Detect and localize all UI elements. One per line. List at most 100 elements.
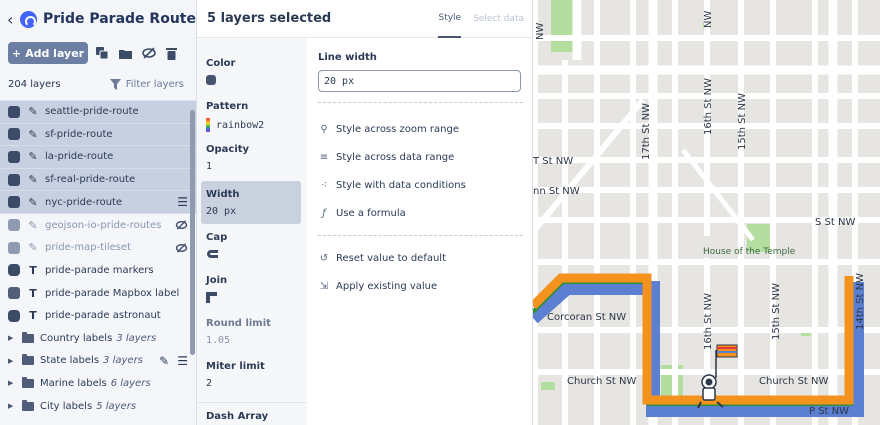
- reset-icon: ↺: [319, 252, 329, 264]
- drag-handle-icon[interactable]: ☰: [177, 354, 188, 368]
- filter-label: Filter layers: [125, 78, 184, 90]
- divider: [318, 102, 523, 103]
- filter-layers-button[interactable]: Filter layers: [109, 78, 184, 90]
- layer-name: sf-real-pride-route: [45, 174, 136, 186]
- street-label: 17th St NW: [641, 103, 652, 160]
- group-count: 3 layers: [103, 355, 143, 367]
- layer-count: 204 layers: [8, 78, 61, 90]
- hide-icon[interactable]: [140, 45, 157, 62]
- property-value: 1.05: [206, 335, 231, 346]
- hidden-eye-icon[interactable]: [175, 220, 188, 230]
- layer-row-pride-map-tileset[interactable]: ✎ pride-map-tileset: [0, 237, 196, 260]
- layer-name: la-pride-route: [45, 151, 114, 163]
- pencil-icon: ✎: [28, 173, 38, 187]
- pencil-icon: ✎: [28, 195, 38, 209]
- caret-right-icon[interactable]: ▶: [8, 357, 18, 365]
- layer-row-nyc-pride-route[interactable]: ✎ nyc-pride-route ☰: [0, 191, 196, 214]
- line-layer-icon: [8, 150, 20, 163]
- color-swatch: [206, 75, 216, 85]
- property-join[interactable]: Join: [197, 267, 307, 310]
- layer-row-seattle-pride-route[interactable]: ✎ seattle-pride-route: [0, 101, 196, 124]
- street-label: 15th St NW: [737, 93, 748, 150]
- property-detail: Line width 20 px ⚲ Style across zoom ran…: [318, 38, 523, 300]
- folder-icon[interactable]: [117, 45, 134, 62]
- symbol-layer-icon: [8, 309, 20, 322]
- layer-name: pride-parade Mapbox label: [45, 287, 180, 299]
- layer-row-geojson-io-pride-routes[interactable]: ✎ geojson-io-pride-routes: [0, 214, 196, 237]
- duplicate-icon[interactable]: [94, 45, 111, 62]
- option-label: Use a formula: [336, 207, 406, 219]
- rainbow-pattern-icon: [206, 118, 210, 132]
- line-width-input[interactable]: 20 px: [318, 70, 521, 92]
- tab-style[interactable]: Style: [438, 0, 462, 38]
- caret-right-icon[interactable]: ▶: [8, 379, 18, 387]
- filter-icon: [109, 78, 121, 90]
- group-row-state-labels[interactable]: ▶ State labels 3 layers ✎ ☰: [0, 350, 196, 373]
- property-opacity[interactable]: Opacity 1: [197, 136, 307, 179]
- zoom-icon: ⚲: [320, 123, 328, 135]
- round-cap-icon: [207, 250, 218, 258]
- style-with-data-conditions-option[interactable]: ⁖ Style with data conditions: [318, 171, 523, 199]
- property-cap[interactable]: Cap: [197, 224, 307, 267]
- folder-icon: [22, 376, 34, 388]
- property-label: Width: [206, 189, 240, 200]
- apply-icon: ⇲: [319, 280, 329, 292]
- hidden-eye-icon[interactable]: [175, 243, 188, 253]
- layer-row-sf-pride-route[interactable]: ✎ sf-pride-route: [0, 123, 196, 147]
- group-count: 5 layers: [96, 400, 137, 412]
- layers-toolbar: + Add layer: [0, 38, 196, 68]
- group-row-country-labels[interactable]: ▶ Country labels 3 layers: [0, 327, 196, 350]
- option-label: Style across zoom range: [336, 123, 460, 135]
- trash-icon[interactable]: [163, 45, 180, 62]
- action-label: Reset value to default: [336, 252, 447, 264]
- layer-name: sf-pride-route: [45, 128, 113, 140]
- add-layer-button[interactable]: + Add layer: [8, 42, 88, 64]
- pencil-icon[interactable]: ✎: [159, 354, 169, 368]
- property-miter-limit[interactable]: Miter limit 2: [197, 353, 307, 396]
- layer-row-pride-parade-astronaut[interactable]: T pride-parade astronaut: [0, 304, 196, 327]
- line-layer-icon: [8, 219, 20, 232]
- pencil-icon: ✎: [28, 127, 38, 141]
- group-name: Marine labels: [40, 377, 107, 389]
- caret-right-icon[interactable]: ▶: [8, 402, 18, 410]
- layer-row-sf-real-pride-route[interactable]: ✎ sf-real-pride-route: [0, 168, 196, 192]
- drag-handle-icon[interactable]: ☰: [177, 195, 188, 209]
- property-width[interactable]: Width 20 px: [201, 181, 301, 224]
- layer-row-pride-parade-markers[interactable]: T pride-parade markers: [0, 259, 196, 282]
- caret-right-icon[interactable]: ▶: [8, 334, 18, 342]
- layer-row-pride-parade-mapbox-label[interactable]: T pride-parade Mapbox label: [0, 282, 196, 305]
- street-label: Church St NW: [567, 376, 636, 387]
- tab-select-data[interactable]: Select data: [473, 0, 524, 38]
- reset-value-to-default-button[interactable]: ↺ Reset value to default: [318, 244, 523, 272]
- use-a-formula-option[interactable]: ƒ Use a formula: [318, 199, 523, 227]
- miter-join-icon: [206, 292, 217, 303]
- mapbox-logo-icon: [20, 10, 37, 28]
- style-across-zoom-range-option[interactable]: ⚲ Style across zoom range: [318, 115, 523, 143]
- layer-name: nyc-pride-route: [45, 196, 123, 208]
- pride-route: [533, 273, 864, 417]
- editor-header: 5 layers selected Style Select data: [197, 0, 532, 38]
- property-label: Color: [206, 58, 236, 69]
- folder-icon: [22, 354, 34, 366]
- add-layer-label: Add layer: [25, 46, 85, 60]
- data-range-icon: ≡: [319, 151, 329, 163]
- property-pattern[interactable]: Pattern rainbow2: [197, 93, 307, 136]
- street-label: 15th St NW: [771, 283, 782, 340]
- text-icon: T: [29, 286, 37, 300]
- pencil-icon: ✎: [28, 218, 38, 232]
- landmark-label: House of the Temple: [703, 247, 796, 257]
- group-name: State labels: [40, 355, 100, 367]
- layer-list-scrollbar[interactable]: [190, 110, 195, 355]
- style-across-data-range-option[interactable]: ≡ Style across data range: [318, 143, 523, 171]
- layer-row-la-pride-route[interactable]: ✎ la-pride-route: [0, 146, 196, 169]
- street-label: 16th St NW: [703, 293, 714, 350]
- group-row-city-labels[interactable]: ▶ City labels 5 layers: [0, 395, 196, 418]
- group-row-marine-labels[interactable]: ▶ Marine labels 6 layers: [0, 372, 196, 395]
- map-canvas[interactable]: Corcoran St NW Church St NW Church St NW…: [533, 0, 880, 425]
- apply-existing-value-button[interactable]: ⇲ Apply existing value: [318, 272, 523, 300]
- group-count: 6 layers: [110, 377, 151, 389]
- property-dash-array[interactable]: Dash Array: [197, 402, 307, 425]
- back-icon[interactable]: ‹: [7, 10, 17, 29]
- property-round-limit[interactable]: Round limit 1.05: [197, 310, 307, 353]
- property-color[interactable]: Color: [197, 50, 307, 93]
